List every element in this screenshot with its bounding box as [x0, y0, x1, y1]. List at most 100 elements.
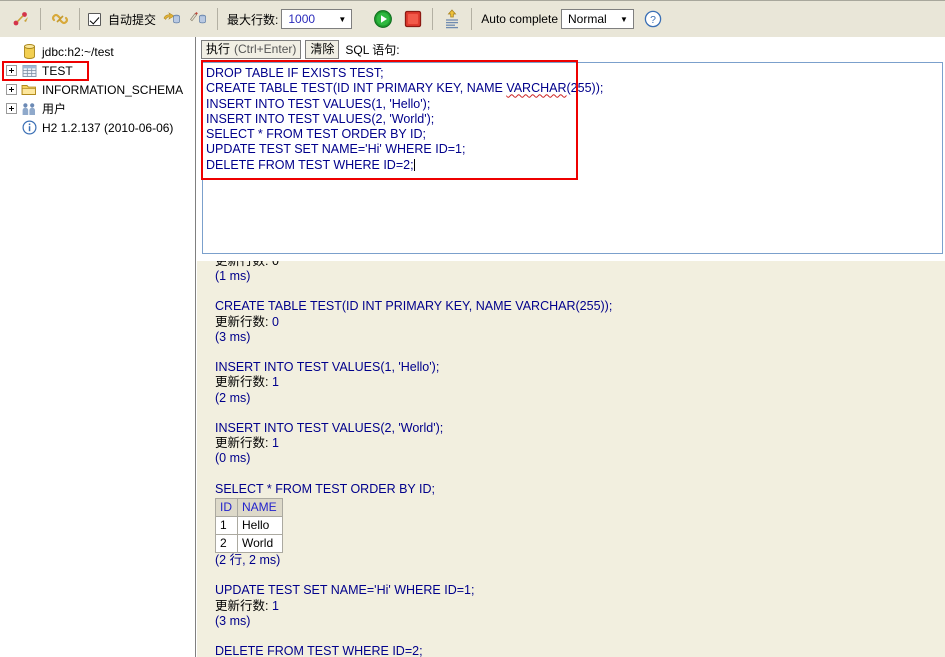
result-rowcount-time: (2 行, 2 ms) — [215, 552, 281, 567]
sql-editor-content[interactable]: DROP TABLE IF EXISTS TEST; CREATE TABLE … — [206, 66, 942, 253]
toolbar-separator-3 — [217, 8, 219, 30]
sql-statement-label: SQL 语句: — [345, 42, 400, 57]
sql-editor[interactable]: DROP TABLE IF EXISTS TEST; CREATE TABLE … — [202, 62, 943, 254]
toolbar-separator-6 — [471, 8, 473, 30]
column-header-id[interactable]: ID — [215, 497, 238, 517]
checkbox-box[interactable] — [88, 12, 101, 26]
result-updated-rows: 更新行数: 1 — [215, 599, 945, 614]
sql-line: DELETE FROM TEST WHERE ID=2; — [206, 158, 942, 173]
disconnect-icon[interactable] — [8, 6, 34, 32]
folder-icon — [21, 82, 37, 98]
result-sql: INSERT INTO TEST VALUES(1, 'Hello'); — [215, 360, 440, 375]
result-sql: DELETE FROM TEST WHERE ID=2; — [215, 644, 423, 657]
help-icon[interactable]: ? — [640, 6, 666, 32]
max-rows-select[interactable]: 1000 ▼ — [281, 9, 353, 29]
auto-commit-checkbox[interactable]: 自动提交 — [86, 11, 159, 28]
database-icon — [21, 44, 37, 60]
sidebar-item-version: H2 1.2.137 (2010-06-06) — [0, 118, 195, 137]
sql-workspace: 执行 (Ctrl+Enter) 清除 SQL 语句: DROP TABLE IF… — [197, 37, 945, 657]
updated-rows-count: 1 — [271, 375, 279, 390]
sidebar-item-label: INFORMATION_SCHEMA — [42, 82, 184, 97]
commit-icon[interactable] — [185, 6, 211, 32]
result-time: (3 ms) — [215, 329, 251, 344]
run-play-icon[interactable] — [370, 6, 396, 32]
updated-rows-label: 更新行数: — [215, 375, 269, 390]
toolbar-separator-2 — [79, 8, 80, 30]
table-row[interactable]: 2 World — [215, 533, 283, 553]
result-table[interactable]: ID NAME 1 Hello 2 World — [215, 497, 283, 553]
updated-rows-label: 更新行数: — [215, 436, 269, 451]
table-row[interactable]: 1 Hello — [215, 515, 283, 535]
result-time: (2 ms) — [215, 390, 251, 405]
sql-misspelled-token: VARCHAR — [506, 81, 567, 96]
cell-name: Hello — [237, 515, 283, 535]
sidebar-item-label: TEST — [42, 63, 73, 78]
result-updated-rows: 更新行数: 0 — [215, 315, 945, 330]
sidebar-item-test[interactable]: TEST — [0, 61, 195, 80]
sql-line: CREATE TABLE TEST(ID INT PRIMARY KEY, NA… — [206, 81, 942, 96]
clear-label: 清除 — [310, 42, 335, 56]
svg-text:?: ? — [650, 14, 656, 26]
sql-command-bar: 执行 (Ctrl+Enter) 清除 SQL 语句: — [197, 37, 400, 61]
sql-line-text: UPDATE TEST SET NAME='Hi' WHERE ID=1; — [206, 142, 466, 157]
sql-line: DROP TABLE IF EXISTS TEST; — [206, 66, 384, 80]
auto-commit-label: 自动提交 — [108, 12, 157, 27]
cell-name: World — [237, 533, 283, 553]
chevron-down-icon: ▼ — [338, 14, 347, 24]
result-updated-rows: 更新行数: 1 — [215, 375, 945, 390]
expand-toggle-icon[interactable] — [6, 103, 17, 114]
sql-line-prefix: CREATE TABLE TEST(ID INT PRIMARY KEY, NA… — [206, 81, 507, 96]
result-sql: CREATE TABLE TEST(ID INT PRIMARY KEY, NA… — [215, 299, 613, 314]
execute-button[interactable]: 执行 (Ctrl+Enter) — [201, 39, 302, 59]
h2-console-window: 自动提交 最大行数: 1000 ▼ Auto complete Normal ▼… — [0, 0, 945, 657]
clear-button[interactable]: 清除 — [305, 39, 340, 59]
result-time: (1 ms) — [215, 269, 251, 283]
auto-refresh-icon[interactable] — [439, 6, 465, 32]
sidebar-item-label: H2 1.2.137 (2010-06-06) — [42, 120, 174, 135]
execute-label: 执行 — [206, 42, 231, 56]
result-updated-rows: 更新行数: 1 — [215, 436, 945, 451]
sql-line: INSERT INTO TEST VALUES(2, 'World'); — [206, 111, 435, 126]
updated-rows-count: 0 — [271, 314, 279, 329]
rollback-icon[interactable] — [159, 6, 185, 32]
text-caret — [413, 158, 415, 171]
info-icon — [21, 120, 37, 136]
users-icon — [21, 101, 37, 117]
results-panel[interactable]: 更新行数: 0 (1 ms) CREATE TABLE TEST(ID INT … — [197, 261, 945, 657]
database-tree-sidebar[interactable]: jdbc:h2:~/test TEST INFORMATION_SCHEMA 用… — [0, 37, 196, 657]
sidebar-item-information-schema[interactable]: INFORMATION_SCHEMA — [0, 80, 195, 99]
updated-rows-count: 1 — [271, 598, 279, 613]
column-header-name[interactable]: NAME — [237, 497, 283, 517]
chevron-down-icon: ▼ — [620, 14, 628, 24]
expand-toggle-icon[interactable] — [6, 65, 17, 76]
sidebar-item-label: 用户 — [42, 101, 67, 116]
max-rows-label: 最大行数: — [227, 12, 279, 27]
max-rows-value: 1000 — [288, 12, 316, 26]
table-icon — [21, 63, 37, 79]
expand-toggle-icon[interactable] — [6, 84, 17, 95]
updated-rows-label: 更新行数: — [215, 598, 269, 613]
toolbar-separator-4 — [358, 8, 364, 30]
toolbar-separator-5 — [432, 8, 434, 30]
link-icon[interactable] — [47, 6, 73, 32]
sql-line: INSERT INTO TEST VALUES(1, 'Hello'); — [206, 96, 431, 111]
clipped-result-line-wrapper: 更新行数: 0 — [215, 261, 945, 269]
sidebar-item-label: jdbc:h2:~/test — [42, 44, 114, 59]
sidebar-item-users[interactable]: 用户 — [0, 99, 195, 118]
result-sql: UPDATE TEST SET NAME='Hi' WHERE ID=1; — [215, 583, 475, 598]
main-toolbar: 自动提交 最大行数: 1000 ▼ Auto complete Normal ▼… — [0, 0, 945, 37]
stop-icon[interactable] — [400, 6, 426, 32]
sidebar-item-connection[interactable]: jdbc:h2:~/test — [0, 42, 195, 61]
cell-id: 1 — [215, 515, 238, 535]
result-time: (3 ms) — [215, 613, 251, 628]
updated-rows-count: 1 — [271, 436, 279, 451]
auto-complete-label: Auto complete — [481, 12, 558, 26]
sql-line: SELECT * FROM TEST ORDER BY ID; — [206, 127, 426, 142]
clipped-updated-rows: 更新行数: 0 — [215, 261, 279, 268]
auto-complete-select[interactable]: Normal ▼ — [561, 9, 634, 29]
